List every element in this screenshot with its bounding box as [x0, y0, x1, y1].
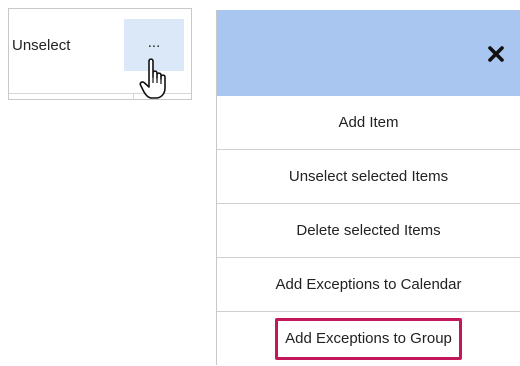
- context-menu-items: Add Item Unselect selected Items Delete …: [217, 96, 520, 366]
- menu-item-label: Add Item: [338, 114, 399, 131]
- close-button[interactable]: [478, 36, 514, 72]
- close-icon: [488, 46, 504, 62]
- context-menu: Add Item Unselect selected Items Delete …: [216, 10, 520, 366]
- cell-label: Unselect: [12, 37, 71, 54]
- menu-item-unselect-selected-items[interactable]: Unselect selected Items: [217, 150, 520, 204]
- more-options-label: ...: [147, 34, 161, 51]
- menu-item-add-item[interactable]: Add Item: [217, 96, 520, 150]
- menu-item-delete-selected-items[interactable]: Delete selected Items: [217, 204, 520, 258]
- grid-cell: Unselect ...: [8, 8, 192, 100]
- highlight-box: Add Exceptions to Group: [275, 318, 462, 360]
- hand-pointer-icon: [139, 58, 166, 99]
- context-menu-header: [217, 10, 520, 96]
- menu-item-label: Unselect selected Items: [288, 168, 449, 185]
- menu-item-add-exceptions-to-calendar[interactable]: Add Exceptions to Calendar: [217, 258, 520, 312]
- cell-column-divider: [133, 93, 134, 100]
- menu-item-label: Add Exceptions to Calendar: [275, 276, 462, 293]
- menu-item-label: Add Exceptions to Group: [285, 330, 452, 347]
- menu-item-label: Delete selected Items: [296, 222, 441, 239]
- menu-item-add-exceptions-to-group[interactable]: Add Exceptions to Group: [217, 312, 520, 366]
